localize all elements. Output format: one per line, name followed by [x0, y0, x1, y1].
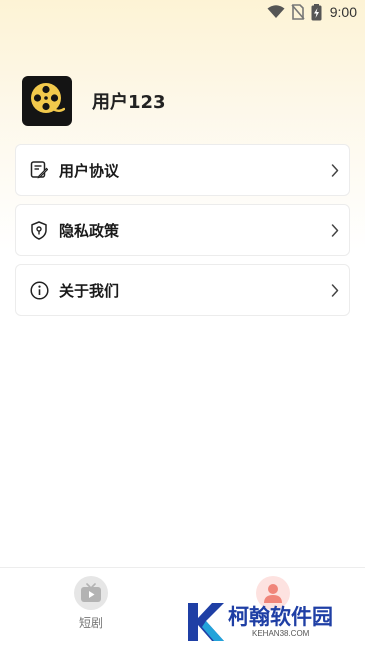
chevron-right-icon — [329, 282, 341, 298]
menu-item-about-us[interactable]: 关于我们 — [15, 264, 350, 316]
watermark-title: 柯翰软件园 — [228, 605, 333, 629]
shield-lock-icon — [29, 220, 49, 240]
menu-item-label: 用户协议 — [59, 161, 120, 180]
tv-play-icon — [74, 576, 108, 610]
agreement-icon — [29, 160, 49, 180]
status-icons: 9:00 — [267, 3, 357, 21]
wifi-icon — [267, 5, 285, 19]
username: 用户123 — [92, 92, 166, 113]
watermark: 柯翰软件园 KEHAN38.COM — [184, 598, 354, 646]
status-time: 9:00 — [329, 4, 357, 20]
menu-item-label: 关于我们 — [59, 281, 120, 300]
info-icon — [29, 280, 49, 300]
avatar[interactable] — [22, 76, 72, 126]
menu-item-user-agreement[interactable]: 用户协议 — [15, 144, 350, 196]
nav-tab-label: 短剧 — [78, 616, 103, 630]
settings-menu: 用户协议 隐私政策 关于我们 — [15, 144, 350, 324]
watermark-text: 柯翰软件园 KEHAN38.COM — [228, 605, 333, 639]
screen: 9:00 用户123 用户协议 隐私政策 关于我们 短剧 柯翰软件园 KEHAN… — [0, 0, 365, 649]
menu-item-privacy-policy[interactable]: 隐私政策 — [15, 204, 350, 256]
chevron-right-icon — [329, 222, 341, 238]
chevron-right-icon — [329, 162, 341, 178]
nav-tab-short-drama[interactable]: 短剧 — [61, 576, 121, 631]
battery-charging-icon — [311, 3, 322, 21]
menu-item-label: 隐私政策 — [59, 221, 120, 240]
status-bar: 9:00 — [0, 0, 365, 24]
no-sim-icon — [291, 4, 305, 20]
watermark-logo-icon — [184, 600, 226, 644]
film-reel-icon — [29, 81, 66, 121]
watermark-subtitle: KEHAN38.COM — [252, 629, 310, 638]
profile-header[interactable]: 用户123 — [22, 76, 166, 126]
